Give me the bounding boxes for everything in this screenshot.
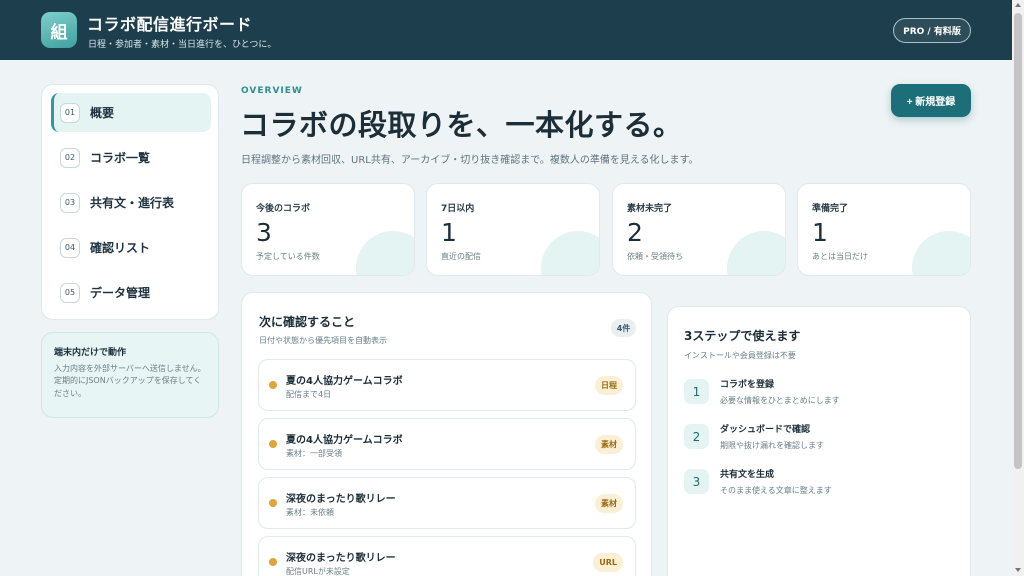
step-title: コラボを登録 [720, 380, 775, 390]
sidebar-item-label: データ管理 [90, 286, 151, 300]
page-description: 日程調整から素材回収、URL共有、アーカイブ・切り抜き確認まで。複数人の準備を見… [241, 155, 699, 166]
task-title: 夏の4人協力ゲームコラボ [286, 376, 403, 387]
stat-label: 7日以内 [441, 204, 475, 214]
task-row[interactable]: 夏の4人協力ゲームコラボ 配信まで4日 日程 [258, 359, 636, 411]
stat-card-upcoming: 今後のコラボ 3 予定している件数 [241, 183, 415, 276]
note-text: 入力内容を外部サーバーへ送信しません。定期的にJSONバックアップを保存してくだ… [54, 364, 206, 398]
stat-caption: 直近の配信 [441, 252, 481, 261]
step-description: 期限や抜け漏れを確認します [720, 441, 824, 450]
step-item: 3 共有文を生成 そのまま使える文章に整えます [684, 469, 954, 509]
task-row[interactable]: 深夜のまったり歌リレー 素材：未依頼 素材 [258, 477, 636, 529]
task-tag: 素材 [595, 494, 623, 513]
panel-subtitle: 日付や状態から優先項目を自動表示 [259, 336, 387, 345]
sidebar-item-label: 概要 [90, 106, 115, 120]
app-logo: 組 [41, 12, 77, 48]
sidebar-nav: 01 概要 02 コラボ一覧 03 共有文・進行表 04 確認リスト 05 デー… [41, 84, 219, 320]
status-dot-icon [269, 381, 277, 389]
task-meta: 素材：未依頼 [286, 508, 334, 517]
task-tag: 日程 [595, 376, 623, 395]
panel-title: 3ステップで使えます [684, 329, 801, 343]
stat-value: 1 [441, 218, 457, 247]
stat-value: 1 [812, 218, 828, 247]
nav-number: 02 [60, 147, 80, 168]
step-title: 共有文を生成 [720, 470, 775, 480]
local-only-note: 端末内だけで動作 入力内容を外部サーバーへ送信しません。定期的にJSONバックア… [41, 332, 219, 418]
stat-value: 2 [627, 218, 643, 247]
count-badge: 4件 [611, 319, 636, 337]
sidebar-item-share-text[interactable]: 03 共有文・進行表 [51, 183, 211, 222]
stat-caption: あとは当日だけ [812, 252, 868, 261]
scroll-up-arrow-icon[interactable] [1015, 3, 1021, 7]
plan-badge[interactable]: PRO / 有料版 [893, 18, 971, 43]
task-meta: 素材：一部受領 [286, 449, 342, 458]
task-title: 夏の4人協力ゲームコラボ [286, 435, 403, 446]
task-tag: 素材 [595, 435, 623, 454]
new-entry-button[interactable]: + 新規登録 [891, 84, 971, 117]
app-header: 組 コラボ配信進行ボード 日程・参加者・素材・当日進行を、ひとつに。 PRO /… [0, 0, 1012, 60]
section-eyebrow: OVERVIEW [241, 86, 303, 96]
nav-number: 03 [60, 192, 80, 213]
status-dot-icon [269, 558, 277, 566]
app-title: コラボ配信進行ボード [87, 15, 253, 34]
stat-caption: 依頼・受領待ち [627, 252, 683, 261]
task-meta: 配信まで4日 [286, 390, 332, 399]
step-number: 1 [684, 379, 709, 404]
sidebar-item-collab-list[interactable]: 02 コラボ一覧 [51, 138, 211, 177]
stat-label: 今後のコラボ [256, 204, 311, 214]
sidebar-item-label: 確認リスト [90, 241, 151, 255]
page-title: コラボの段取りを、一本化する。 [240, 108, 683, 142]
stat-card-within-7-days: 7日以内 1 直近の配信 [426, 183, 600, 276]
stat-label: 準備完了 [812, 204, 849, 214]
nav-number: 01 [60, 102, 80, 123]
task-tag: URL [593, 553, 623, 572]
panel-subtitle: インストールや会員登録は不要 [684, 351, 796, 360]
stat-value: 3 [256, 218, 272, 247]
decorative-circle [541, 231, 599, 275]
task-title: 深夜のまったり歌リレー [286, 494, 396, 505]
step-title: ダッシュボードで確認 [720, 425, 811, 435]
app-subtitle: 日程・参加者・素材・当日進行を、ひとつに。 [88, 40, 277, 50]
sidebar-item-overview[interactable]: 01 概要 [51, 93, 211, 132]
three-steps-panel: 3ステップで使えます インストールや会員登録は不要 1 コラボを登録 必要な情報… [667, 306, 971, 576]
stat-card-materials-pending: 素材未完了 2 依頼・受領待ち [612, 183, 786, 276]
nav-number: 04 [60, 237, 80, 258]
task-title: 深夜のまったり歌リレー [286, 553, 396, 564]
decorative-circle [727, 231, 785, 275]
status-dot-icon [269, 440, 277, 448]
task-row[interactable]: 深夜のまったり歌リレー 配信URLが未設定 URL [258, 536, 636, 576]
page-scrollbar[interactable] [1012, 0, 1024, 576]
scroll-thumb[interactable] [1014, 13, 1022, 469]
stat-caption: 予定している件数 [256, 252, 320, 261]
step-description: そのまま使える文章に整えます [720, 486, 832, 495]
stat-label: 素材未完了 [627, 204, 673, 214]
panel-title: 次に確認すること [259, 315, 356, 329]
sidebar-item-label: 共有文・進行表 [90, 196, 175, 210]
status-dot-icon [269, 499, 277, 507]
scroll-down-arrow-icon[interactable] [1015, 568, 1021, 572]
sidebar-item-label: コラボ一覧 [90, 151, 151, 165]
note-title: 端末内だけで動作 [54, 348, 127, 358]
sidebar-item-checklist[interactable]: 04 確認リスト [51, 228, 211, 267]
step-number: 2 [684, 424, 709, 449]
nav-number: 05 [60, 282, 80, 303]
task-meta: 配信URLが未設定 [286, 567, 350, 576]
decorative-circle [912, 231, 970, 275]
next-check-panel: 次に確認すること 日付や状態から優先項目を自動表示 4件 夏の4人協力ゲームコラ… [241, 292, 652, 576]
step-item: 2 ダッシュボードで確認 期限や抜け漏れを確認します [684, 424, 954, 464]
step-number: 3 [684, 469, 709, 494]
step-item: 1 コラボを登録 必要な情報をひとまとめにします [684, 379, 954, 419]
step-description: 必要な情報をひとまとめにします [720, 396, 840, 405]
stat-card-ready: 準備完了 1 あとは当日だけ [797, 183, 971, 276]
task-row[interactable]: 夏の4人協力ゲームコラボ 素材：一部受領 素材 [258, 418, 636, 470]
sidebar-item-data-management[interactable]: 05 データ管理 [51, 273, 211, 312]
decorative-circle [356, 231, 414, 275]
